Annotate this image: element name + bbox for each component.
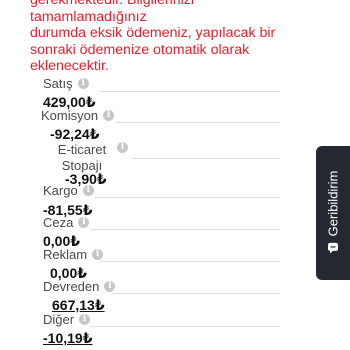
info-icon[interactable]: i [78, 217, 90, 228]
diger-label: Diğer [43, 312, 75, 327]
chat-icon [327, 242, 339, 257]
warning-line-3: sonraki ödemenize otomatik olarak [30, 41, 250, 58]
divider [100, 261, 280, 262]
komisyon-value: -92,24₺ [50, 126, 100, 142]
diger-label-row: Diğer i [43, 312, 91, 327]
eticaret-label-line-1: E-ticaret [57, 142, 107, 157]
divider [132, 158, 280, 159]
devreden-label: Devreden [43, 279, 100, 294]
feedback-label: Geribildirim [325, 170, 341, 237]
info-icon[interactable]: i [103, 110, 115, 121]
divider [100, 91, 280, 92]
diger-value[interactable]: -10,19₺ [43, 330, 92, 347]
warning-line-1: gerekmektedir. Bilgilerinizi tamamlamadı… [30, 0, 195, 25]
divider [112, 293, 280, 294]
info-icon[interactable]: i [117, 142, 128, 153]
warning-line-2: durumda eksik ödemeniz, yapılacak bir [30, 25, 276, 42]
feedback-content: Geribildirim [326, 171, 341, 256]
satis-label: Satış [43, 76, 73, 91]
info-icon[interactable]: i [77, 78, 89, 89]
feedback-tab[interactable]: Geribildirim [316, 146, 350, 280]
reklam-label: Reklam [43, 247, 88, 262]
komisyon-label: Komisyon [41, 108, 99, 123]
info-icon[interactable]: i [92, 249, 104, 260]
divider [90, 229, 280, 230]
devreden-label-row: Devreden i [43, 279, 116, 294]
ceza-label-row: Ceza i [43, 215, 90, 230]
kargo-label-row: Kargo i [43, 183, 94, 198]
divider [115, 122, 280, 123]
reklam-label-row: Reklam i [43, 247, 104, 262]
divider [90, 326, 280, 327]
info-icon[interactable]: i [82, 185, 94, 196]
info-icon[interactable]: i [104, 281, 116, 292]
warning-line-4: eklenecektir. [30, 58, 109, 75]
komisyon-label-row: Komisyon i [41, 108, 115, 123]
info-icon[interactable]: i [79, 314, 91, 325]
eticaret-label: E-ticaret Stopajı [52, 142, 112, 174]
kargo-label: Kargo [43, 183, 78, 198]
satis-label-row: Satış i [43, 76, 89, 91]
missing-info-warning: gerekmektedir. Bilgilerinizi tamamlamadı… [30, 0, 310, 75]
ceza-label: Ceza [43, 215, 74, 230]
divider [95, 197, 280, 198]
